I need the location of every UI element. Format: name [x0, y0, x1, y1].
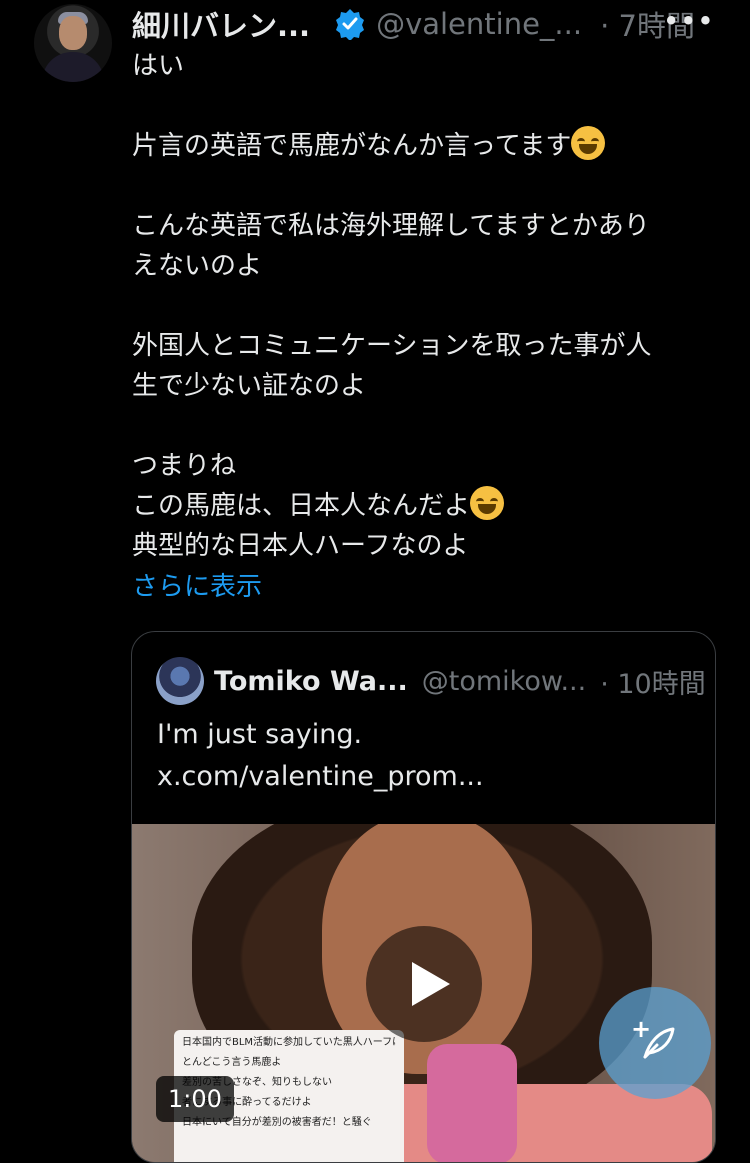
quoted-author-handle[interactable]: @tomikow...: [422, 666, 586, 697]
author-handle[interactable]: @valentine_...: [376, 7, 582, 41]
quoted-tweet-text: I'm just saying.: [157, 719, 363, 750]
tweet-line: こんな英語で私は海外理解してますとかあり: [132, 211, 650, 241]
caption-line: とんどこう言う馬鹿よ: [182, 1057, 282, 1068]
caption-line: 日本国内でBLM活動に参加していた黒人ハーフは、ほ: [182, 1037, 396, 1048]
show-more-link[interactable]: さらに表示: [132, 566, 262, 603]
video-duration-badge: 1:00: [156, 1076, 234, 1122]
quoted-author-display-name[interactable]: Tomiko Wa...: [214, 666, 408, 697]
quoted-tweet-body: I'm just saying. x.com/valentine_prom...: [157, 714, 484, 798]
quoted-tweet-header: Tomiko Wa... @tomikow... · 10時間: [156, 656, 706, 706]
verified-badge-icon: [334, 8, 366, 41]
tweet-line: 生で少ない証なのよ: [132, 371, 367, 401]
tweet-line: 片言の英語で馬鹿がなんか言ってます: [132, 126, 712, 166]
tweet-line: つまりね: [132, 451, 237, 481]
tweet-body: はい 片言の英語で馬鹿がなんか言ってます こんな英語で私は海外理解してますとかあ…: [132, 46, 712, 566]
quoted-author-avatar[interactable]: [156, 657, 204, 705]
tweet-line: 典型的な日本人ハーフなのよ: [132, 531, 469, 561]
compose-feather-icon: [643, 1027, 675, 1059]
author-display-name[interactable]: 細川バレン...: [132, 3, 310, 45]
rolling-laughing-emoji-icon: [571, 126, 606, 160]
tweet-header: 細川バレン... @valentine_... · 7時間: [132, 2, 720, 46]
tweet-line: はい: [132, 51, 185, 81]
rolling-laughing-emoji-icon: [470, 486, 505, 520]
quoted-tweet-link[interactable]: x.com/valentine_prom...: [157, 756, 484, 798]
tweet-line: えないのよ: [132, 251, 263, 281]
tweet-line: この馬鹿は、日本人なんだよ: [132, 486, 712, 526]
tweet-line: 外国人とコミュニケーションを取った事が人: [132, 331, 652, 361]
more-options-icon[interactable]: •••: [663, 4, 714, 48]
quoted-tweet-timestamp[interactable]: · 10時間: [600, 662, 706, 701]
author-avatar[interactable]: [34, 4, 112, 82]
compose-button[interactable]: +: [599, 987, 711, 1099]
play-icon[interactable]: [366, 926, 482, 1042]
